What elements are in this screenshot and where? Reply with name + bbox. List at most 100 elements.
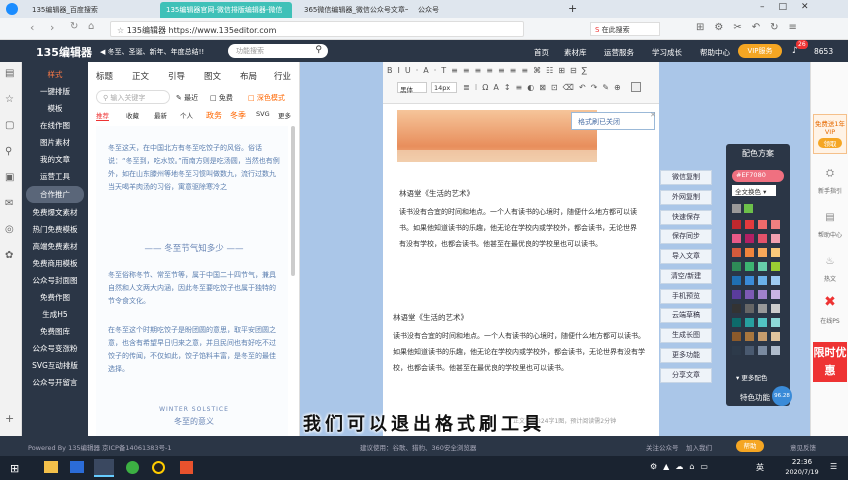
help-center-label[interactable]: 帮助中心 — [811, 230, 848, 239]
nav-item-free-hot[interactable]: 免费爆文素材 — [22, 204, 88, 221]
doc-title-1[interactable]: 林语堂《生活的艺术》 — [399, 188, 474, 199]
file-explorer-icon[interactable] — [44, 461, 58, 473]
free-checkbox[interactable]: □ 免费 — [210, 93, 233, 103]
color-swatch[interactable] — [732, 234, 741, 243]
hot-article-label[interactable]: 热文 — [811, 274, 848, 283]
color-swatch[interactable] — [758, 332, 767, 341]
color-swatch[interactable] — [771, 346, 780, 355]
color-swatch[interactable] — [732, 276, 741, 285]
keyword-search-input[interactable]: ⚲ 输入关键字 — [96, 90, 170, 104]
nav-item-images[interactable]: 图片素材 — [22, 134, 88, 151]
nav-item-comment[interactable]: 公众号开留言 — [22, 374, 88, 391]
color-swatch[interactable] — [771, 290, 780, 299]
color-swatch[interactable] — [758, 276, 767, 285]
nav-item-template[interactable]: 模板 — [22, 100, 88, 117]
filter-winter[interactable]: 冬季 — [230, 110, 246, 121]
word-icon[interactable] — [70, 461, 84, 473]
tab-baidu[interactable]: 135编辑器_百度搜索 — [26, 2, 154, 18]
tab-body[interactable]: 正文 — [132, 70, 149, 82]
follow-link[interactable]: 关注公众号 — [646, 442, 679, 452]
green-swatch[interactable] — [744, 204, 753, 213]
recent-button[interactable]: ✎ 最近 — [176, 93, 198, 103]
format-buttons-row1[interactable]: BIU·A·T≡≡≡≡≡≡≡⌘☷⊞⊟∑ — [387, 66, 592, 75]
color-swatch[interactable] — [758, 304, 767, 313]
sidebar-book-icon[interactable]: ▢ — [5, 120, 14, 131]
nav-item-premium[interactable]: 高端免费素材 — [22, 238, 88, 255]
font-size-select[interactable]: 14px — [431, 82, 457, 93]
sidebar-video-icon[interactable]: ▣ — [5, 172, 14, 183]
nav-item-style[interactable]: 样式 — [22, 66, 88, 83]
nav-item-onekey[interactable]: 一键排版 — [22, 83, 88, 100]
clock-date[interactable]: 2020/7/19 — [780, 468, 824, 476]
nav-item-h5[interactable]: 生成H5 — [22, 306, 88, 323]
tab-industry[interactable]: 行业 — [274, 70, 291, 82]
sidebar-home-icon[interactable]: ▤ — [5, 68, 14, 79]
close-icon[interactable]: ✕ — [650, 111, 656, 119]
browser-tools-icons[interactable]: ⊞⚙✂↶↻≡ — [696, 22, 807, 33]
function-search-input[interactable]: 功能搜索 ⚲ — [228, 44, 328, 58]
long-image-button[interactable]: 生成长图 — [660, 328, 712, 343]
color-swatch[interactable] — [771, 276, 780, 285]
tab-gongzhonghao[interactable]: 公众号 — [412, 2, 472, 18]
nav-item-my-articles[interactable]: 我的文章 — [22, 151, 88, 168]
online-ps-label[interactable]: 在线PS — [811, 316, 848, 325]
material-text-2[interactable]: 冬至俗称冬节、常至节等，属于中国二十四节气，兼具自然和人文两大内涵，因此冬至要吃… — [108, 269, 280, 308]
ps-icon[interactable]: ✖ — [811, 294, 848, 310]
nav-item-cover[interactable]: 公众号封面图 — [22, 272, 88, 289]
color-swatch[interactable] — [771, 304, 780, 313]
help-icon[interactable]: ▤ — [811, 212, 848, 223]
hot-icon[interactable]: ♨ — [811, 256, 848, 267]
video-app-icon[interactable] — [180, 461, 193, 474]
window-controls[interactable]: –□✕ — [760, 2, 823, 12]
color-swatch[interactable] — [758, 318, 767, 327]
external-copy-button[interactable]: 外网复制 — [660, 190, 712, 205]
material-heading[interactable]: —— 冬至节气知多少 —— — [108, 242, 280, 254]
header-link-help[interactable]: 帮助中心 — [700, 47, 730, 58]
claim-button[interactable]: 领取 — [818, 138, 842, 148]
forward-icon[interactable]: › — [50, 21, 54, 34]
browser-search-input[interactable]: S 在此搜索 — [590, 22, 660, 36]
color-swatch[interactable] — [732, 318, 741, 327]
vip-button[interactable]: VIP服务 — [738, 44, 782, 58]
sidebar-chat-icon[interactable]: ◎ — [5, 224, 14, 235]
color-swatch[interactable] — [758, 290, 767, 299]
tab-layout[interactable]: 布局 — [240, 70, 257, 82]
app-green-icon[interactable] — [126, 461, 139, 474]
filter-more[interactable]: 更多 — [278, 110, 291, 120]
color-swatch[interactable] — [758, 262, 767, 271]
vip-promo[interactable]: 免费送1年VIP 领取 — [813, 114, 847, 154]
nav-item-svg[interactable]: SVG互动排版 — [22, 357, 88, 374]
nav-item-partner[interactable]: 合作推广 — [26, 186, 84, 203]
header-link-materials[interactable]: 素材库 — [564, 47, 587, 58]
color-mode-select[interactable]: 全文换色 ▾ — [732, 185, 776, 196]
more-functions-button[interactable]: 更多功能 — [660, 348, 712, 363]
color-swatch[interactable] — [745, 332, 754, 341]
doc-paragraph-2[interactable]: 读书没有合宜的时间和地点。一个人有读书的心境时，随便什么地方都可以读书。如果他知… — [393, 328, 645, 376]
color-swatch[interactable] — [745, 318, 754, 327]
join-link[interactable]: 加入我们 — [686, 442, 712, 452]
nav-item-commercial[interactable]: 免费商用模板 — [22, 255, 88, 272]
color-swatch[interactable] — [758, 248, 767, 257]
page-counter-badge[interactable]: 96.28 — [772, 386, 792, 406]
nav-item-free-design[interactable]: 免费作图 — [22, 289, 88, 306]
tray-icons[interactable]: ⚙▲☁⌂▭ — [650, 462, 714, 471]
color-swatch[interactable] — [732, 248, 741, 257]
material-scrollbar[interactable] — [291, 126, 295, 276]
color-swatch[interactable] — [732, 262, 741, 271]
color-swatch[interactable] — [758, 346, 767, 355]
format-buttons-row2[interactable]: ≣⁝ΩA↕≡◐⊠⊡⌫↶↷✎⊕ — [463, 83, 626, 92]
sidebar-search-icon[interactable]: ⚲ — [5, 146, 12, 157]
doc-title-2[interactable]: 林语堂《生活的艺术》 — [393, 312, 468, 323]
tab-135editor[interactable]: 135编辑器官网-微信排版编辑器-微信 — [160, 2, 292, 18]
color-swatch[interactable] — [745, 304, 754, 313]
font-family-select[interactable]: 黑体 — [397, 82, 427, 94]
nav-item-hot-template[interactable]: 热门免费模板 — [22, 221, 88, 238]
qq-icon[interactable] — [152, 461, 165, 474]
import-article-button[interactable]: 导入文章 — [660, 249, 712, 264]
color-swatch[interactable] — [745, 220, 754, 229]
color-swatch[interactable] — [771, 318, 780, 327]
tab-guide[interactable]: 引导 — [168, 70, 185, 82]
color-swatch[interactable] — [771, 234, 780, 243]
refresh-icon[interactable]: ↻ — [70, 21, 78, 32]
nav-item-tools[interactable]: 运营工具 — [22, 168, 88, 185]
